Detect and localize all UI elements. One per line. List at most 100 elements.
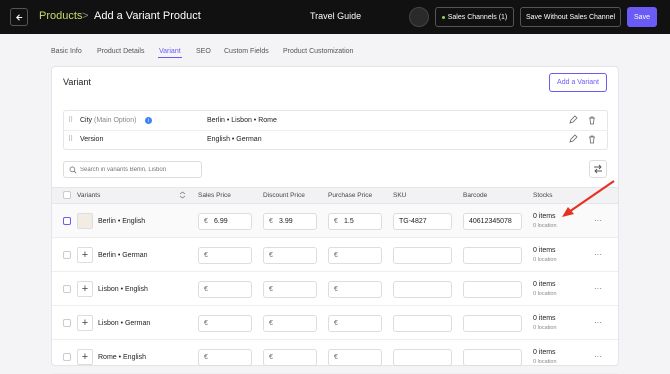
search-icon	[69, 166, 77, 174]
tab-variant[interactable]: Variant	[159, 48, 181, 55]
col-sales-price: Sales Price	[198, 192, 231, 199]
discount-price-input[interactable]: €	[263, 247, 317, 264]
edit-icon[interactable]	[568, 115, 578, 125]
sku-input[interactable]	[393, 247, 452, 264]
info-icon[interactable]: i	[145, 117, 152, 124]
sales-price-input[interactable]: €	[198, 247, 252, 264]
more-options-icon[interactable]: ···	[594, 284, 602, 293]
sort-icon[interactable]	[179, 191, 186, 199]
stock-location: 0 location	[533, 257, 557, 263]
col-stocks: Stocks	[533, 192, 553, 199]
trash-icon[interactable]	[587, 115, 597, 125]
col-discount-price: Discount Price	[263, 192, 305, 199]
add-image-button[interactable]: +	[77, 315, 93, 331]
purchase-price-input[interactable]: €	[328, 349, 382, 366]
add-image-button[interactable]: +	[77, 281, 93, 297]
stock-location: 0 location	[533, 223, 557, 229]
currency-symbol: €	[334, 320, 338, 327]
sales-price-input[interactable]: €	[198, 349, 252, 366]
main-option-label: (Main Option)	[94, 117, 137, 124]
more-options-icon[interactable]: ···	[594, 352, 602, 361]
more-options-icon[interactable]: ···	[594, 318, 602, 327]
avatar[interactable]	[409, 7, 429, 27]
save-label: Save	[634, 13, 650, 21]
currency-symbol: €	[269, 354, 273, 361]
sku-input[interactable]	[393, 281, 452, 298]
stock-count[interactable]: 0 items	[533, 349, 556, 356]
discount-price-input[interactable]: €3.99	[263, 213, 317, 230]
variant-card-title: Variant	[63, 77, 91, 87]
back-button[interactable]	[10, 8, 28, 26]
drag-handle-icon[interactable]: ⠿	[68, 116, 73, 124]
discount-price-input[interactable]: €	[263, 349, 317, 366]
stock-location: 0 location	[533, 325, 557, 331]
stock-location: 0 location	[533, 359, 557, 365]
row-checkbox[interactable]	[63, 353, 71, 361]
sales-price-input[interactable]: €6.99	[198, 213, 252, 230]
stock-count[interactable]: 0 items	[533, 281, 556, 288]
option-row-city: ⠿ City (Main Option) i Berlin • Lisbon •…	[63, 111, 608, 131]
drag-handle-icon[interactable]: ⠿	[68, 135, 73, 143]
sku-input[interactable]: TG-4827	[393, 213, 452, 230]
row-checkbox[interactable]	[63, 285, 71, 293]
stock-location: 0 location	[533, 291, 557, 297]
variant-name: Lisbon • English	[98, 286, 148, 293]
barcode-input[interactable]	[463, 281, 522, 298]
sales-price-input[interactable]: €	[198, 315, 252, 332]
page-title: Add a Variant Product	[94, 10, 201, 22]
barcode-input[interactable]	[463, 247, 522, 264]
swap-filter-button[interactable]	[589, 160, 607, 178]
sku-value: TG-4827	[399, 218, 427, 225]
variant-name: Berlin • German	[98, 252, 148, 259]
tab-seo[interactable]: SEO	[196, 48, 211, 55]
barcode-input[interactable]	[463, 315, 522, 332]
barcode-input[interactable]	[463, 349, 522, 366]
tab-product-details[interactable]: Product Details	[97, 48, 144, 55]
tab-custom-fields[interactable]: Custom Fields	[224, 48, 269, 55]
row-checkbox[interactable]	[63, 319, 71, 327]
add-image-button[interactable]: +	[77, 247, 93, 263]
search-input[interactable]	[80, 164, 198, 176]
swap-arrows-icon	[594, 164, 602, 174]
barcode-input[interactable]: 40612345078	[463, 213, 522, 230]
option-name: City	[80, 117, 93, 124]
add-variant-label: Add a Variant	[557, 79, 599, 86]
sales-price-input[interactable]: €	[198, 281, 252, 298]
stock-count[interactable]: 0 items	[533, 315, 556, 322]
add-variant-button[interactable]: Add a Variant	[549, 73, 607, 92]
add-image-button[interactable]: +	[77, 349, 93, 365]
sku-input[interactable]	[393, 349, 452, 366]
currency-symbol: €	[334, 252, 338, 259]
stock-count[interactable]: 0 items	[533, 247, 556, 254]
save-without-sales-channel-button[interactable]: Save Without Sales Channel	[520, 7, 621, 27]
tab-product-customization[interactable]: Product Customization	[283, 48, 353, 55]
col-variants[interactable]: Variants	[77, 192, 100, 199]
purchase-price-input[interactable]: €	[328, 247, 382, 264]
breadcrumb-products[interactable]: Products	[39, 10, 82, 22]
top-bar: Products > Add a Variant Product Travel …	[0, 0, 670, 34]
purchase-price-input[interactable]: €	[328, 281, 382, 298]
more-options-icon[interactable]: ···	[594, 250, 602, 259]
select-all-checkbox[interactable]	[63, 191, 71, 199]
discount-price-input[interactable]: €	[263, 281, 317, 298]
col-sku: SKU	[393, 192, 407, 199]
sales-channels-button[interactable]: Sales Channels (1)	[435, 7, 514, 27]
currency-symbol: €	[204, 354, 208, 361]
row-checkbox[interactable]	[63, 217, 71, 225]
stock-count[interactable]: 0 items	[533, 213, 556, 220]
barcode-value: 40612345078	[469, 218, 512, 225]
edit-icon[interactable]	[568, 134, 578, 144]
row-checkbox[interactable]	[63, 251, 71, 259]
purchase-price-input[interactable]: €1.5	[328, 213, 382, 230]
option-values: English • German	[207, 136, 262, 143]
tab-basic-info[interactable]: Basic Info	[51, 48, 82, 55]
variant-name: Lisbon • German	[98, 320, 151, 327]
plus-icon: +	[81, 351, 89, 363]
red-arrow-annotation	[562, 180, 615, 217]
discount-price-input[interactable]: €	[263, 315, 317, 332]
save-button[interactable]: Save	[627, 7, 657, 27]
trash-icon[interactable]	[587, 134, 597, 144]
variant-thumbnail[interactable]	[77, 213, 93, 229]
sku-input[interactable]	[393, 315, 452, 332]
purchase-price-input[interactable]: €	[328, 315, 382, 332]
